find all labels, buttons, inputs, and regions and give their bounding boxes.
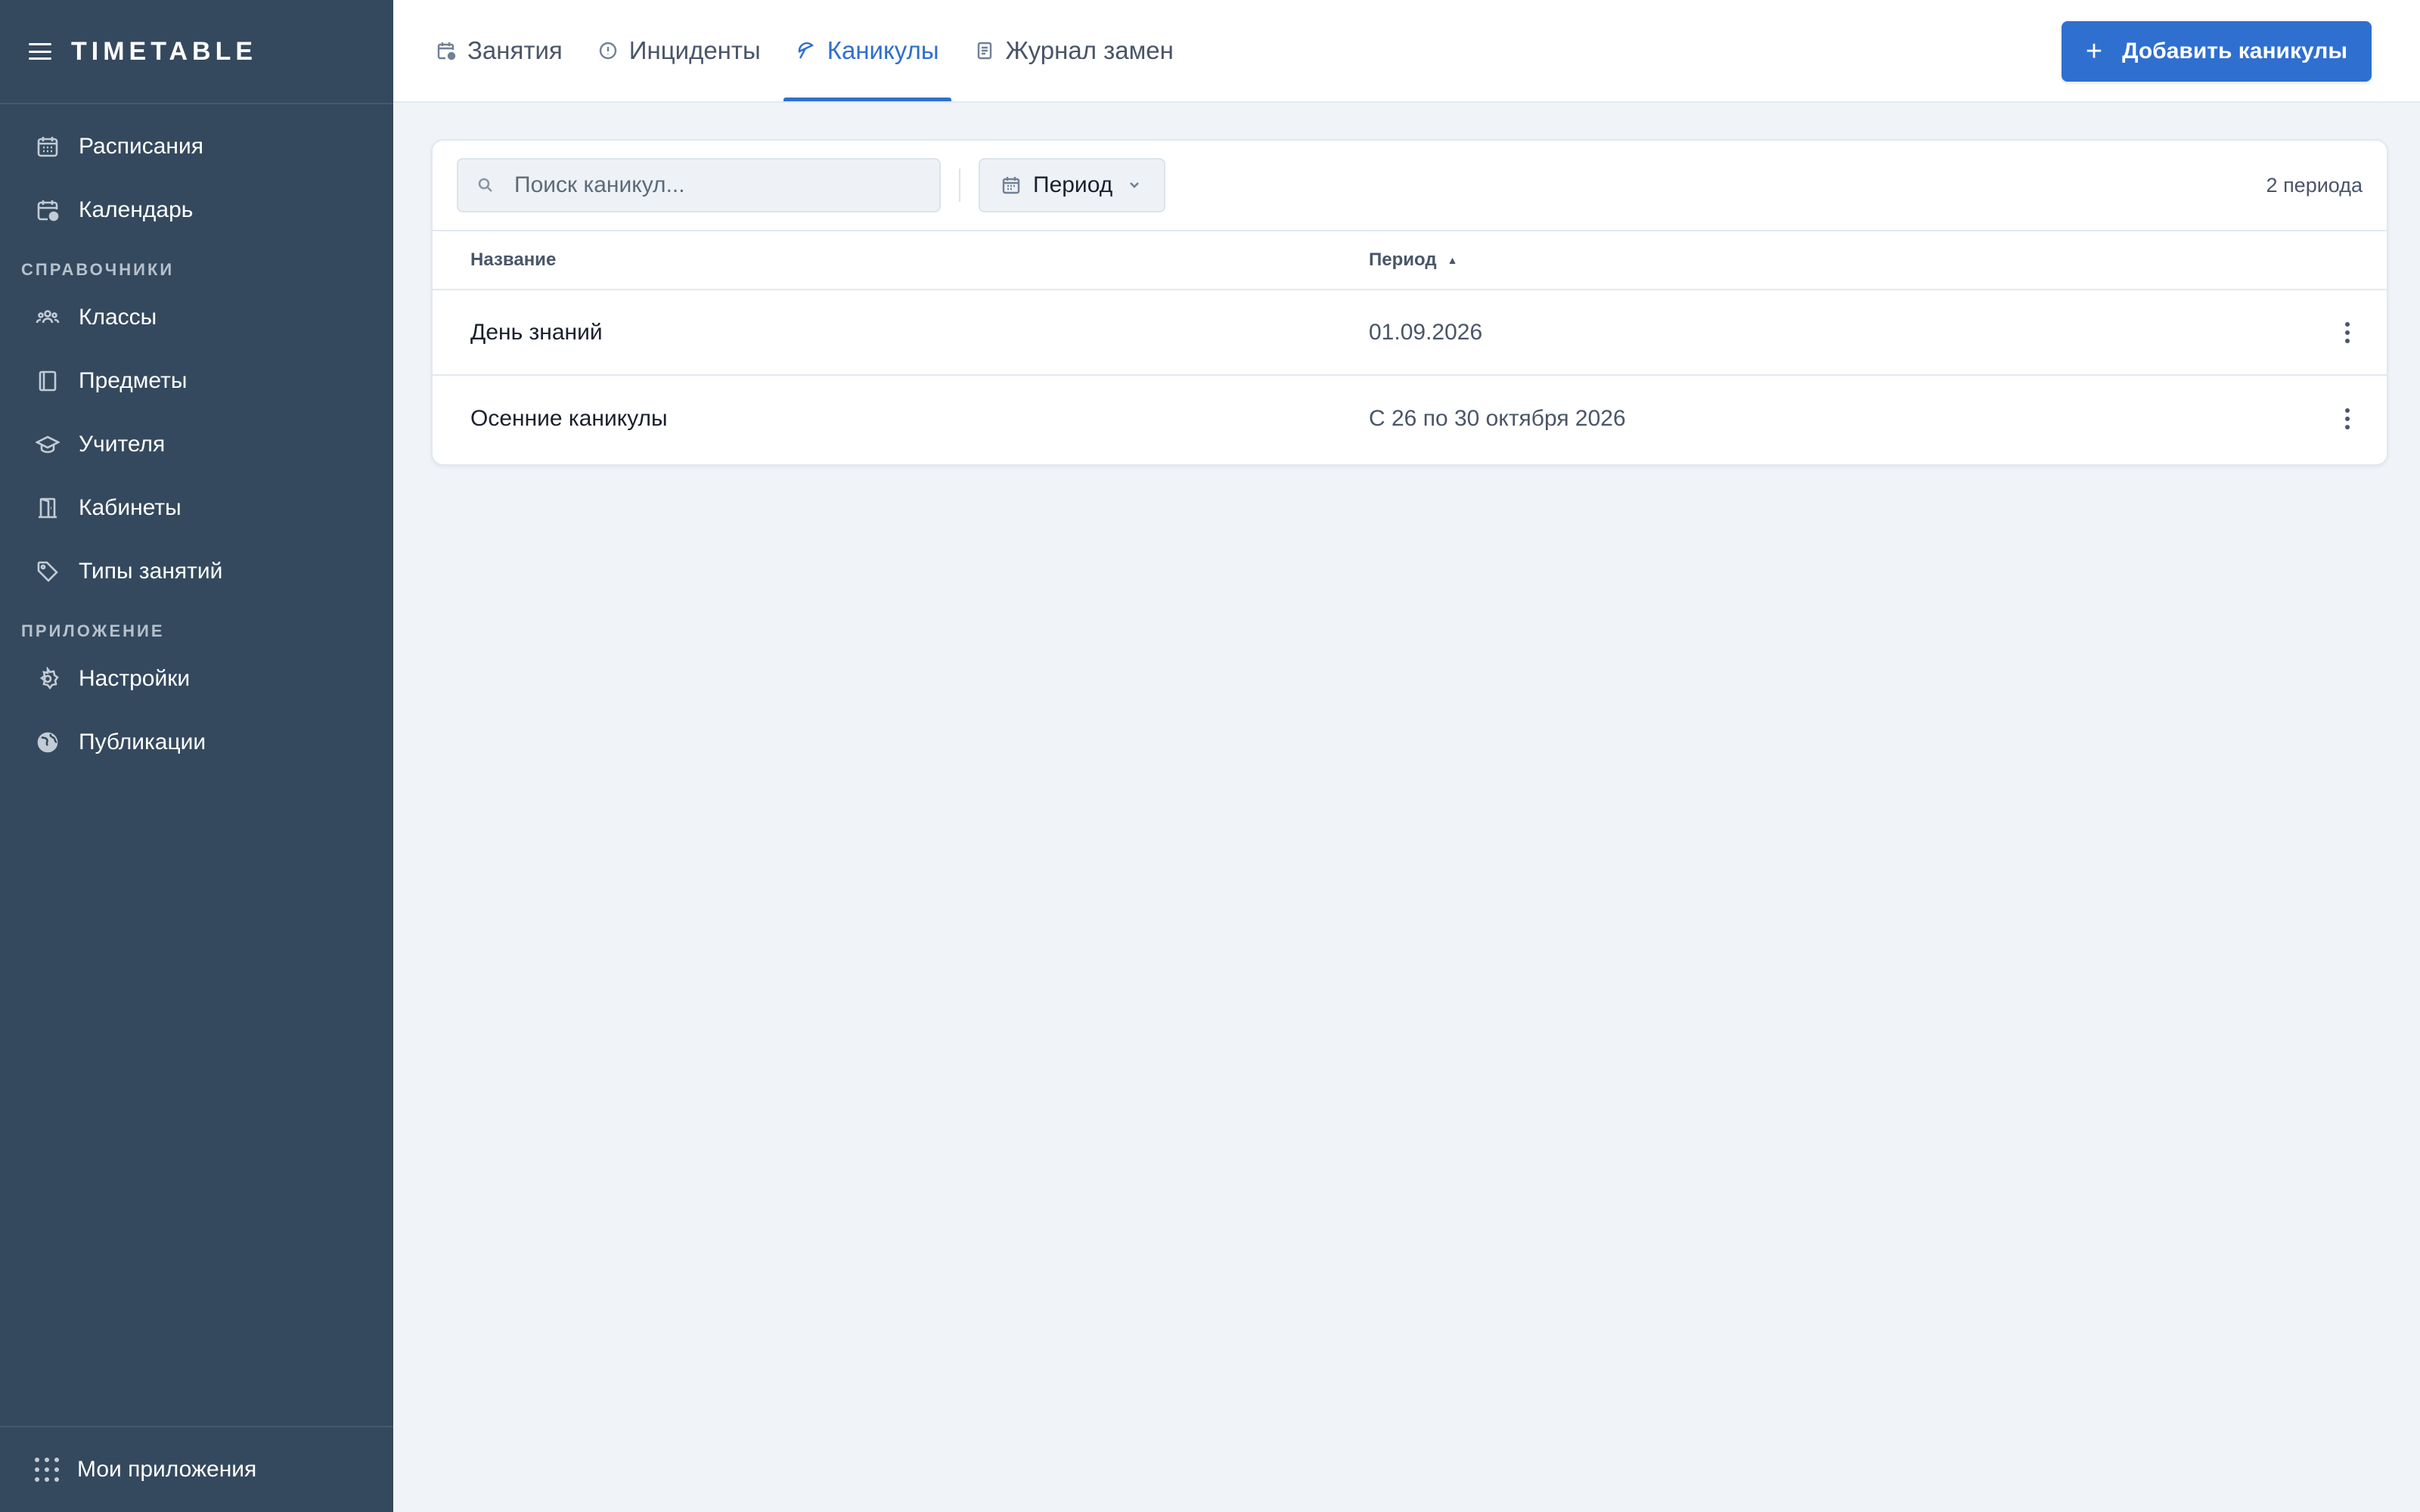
chevron-down-icon bbox=[1112, 177, 1143, 194]
column-header-period[interactable]: Период ▲ bbox=[1369, 249, 2387, 271]
sidebar-nav: Расписания Календарь СПРАВОЧНИКИ Классы … bbox=[0, 104, 393, 774]
sidebar-item-label: Типы занятий bbox=[79, 559, 223, 584]
apps-grid-icon bbox=[35, 1458, 59, 1482]
sidebar-item-label: Учителя bbox=[79, 432, 166, 457]
calendar-clock-icon bbox=[436, 40, 457, 61]
sidebar-item-settings[interactable]: Настройки bbox=[0, 647, 393, 711]
alert-circle-icon bbox=[597, 40, 619, 61]
sidebar-item-label: Публикации bbox=[79, 730, 206, 754]
calendar-clock-icon bbox=[35, 197, 60, 223]
tab-label: Журнал замен bbox=[1005, 36, 1174, 64]
sidebar-item-label: Настройки bbox=[79, 666, 191, 691]
table-toolbar: Период 2 периода bbox=[433, 141, 2387, 231]
main-content: Занятия Инциденты Каникулы Журнал замен … bbox=[393, 0, 2420, 1512]
document-icon bbox=[974, 40, 995, 61]
add-holidays-button[interactable]: + Добавить каникулы bbox=[2061, 21, 2372, 82]
toolbar-divider bbox=[959, 169, 960, 202]
search-icon bbox=[478, 178, 492, 192]
holiday-name: Осенние каникулы bbox=[470, 405, 668, 431]
search-input[interactable] bbox=[513, 172, 924, 199]
menu-icon[interactable] bbox=[29, 43, 51, 60]
sidebar-item-classes[interactable]: Классы bbox=[0, 286, 393, 349]
sidebar-header: TIMETABLE bbox=[0, 0, 393, 104]
gear-icon bbox=[35, 666, 60, 692]
table-row[interactable]: День знаний 01.09.2026 bbox=[433, 290, 2387, 376]
add-holidays-label: Добавить каникулы bbox=[2122, 39, 2347, 64]
my-apps-button[interactable]: Мои приложения bbox=[0, 1426, 393, 1512]
holiday-name: День знаний bbox=[470, 319, 603, 345]
tab-lessons[interactable]: Занятия bbox=[424, 0, 575, 101]
tab-label: Инциденты bbox=[628, 36, 761, 64]
tab-substitutions-log[interactable]: Журнал замен bbox=[962, 0, 1186, 101]
door-icon bbox=[35, 495, 60, 521]
row-actions-icon[interactable] bbox=[2325, 396, 2370, 442]
tag-icon bbox=[35, 559, 60, 584]
sidebar-item-label: Предметы bbox=[79, 368, 188, 393]
book-icon bbox=[35, 368, 60, 394]
tab-label: Занятия bbox=[467, 36, 563, 64]
sidebar-item-lesson-types[interactable]: Типы занятий bbox=[0, 540, 393, 603]
plus-icon: + bbox=[2085, 36, 2103, 67]
sort-ascending-icon[interactable]: ▲ bbox=[1447, 254, 1458, 266]
globe-icon bbox=[35, 730, 60, 755]
sidebar-item-label: Календарь bbox=[79, 197, 194, 222]
sidebar-item-label: Расписания bbox=[79, 134, 203, 159]
app-brand: TIMETABLE bbox=[71, 36, 258, 66]
sidebar-item-rooms[interactable]: Кабинеты bbox=[0, 476, 393, 540]
holidays-card: Период 2 периода Название Период ▲ День … bbox=[431, 139, 2388, 466]
calendar-grid-icon bbox=[35, 134, 60, 160]
period-filter-label: Период bbox=[1033, 172, 1113, 197]
row-actions-icon[interactable] bbox=[2325, 310, 2370, 355]
sidebar-item-schedules[interactable]: Расписания bbox=[0, 115, 393, 178]
periods-count: 2 периода bbox=[2266, 173, 2363, 197]
umbrella-icon bbox=[796, 40, 817, 61]
calendar-icon bbox=[1001, 175, 1033, 195]
holiday-period: 01.09.2026 bbox=[1369, 319, 1483, 345]
period-filter-button[interactable]: Период bbox=[979, 158, 1166, 212]
tab-incidents[interactable]: Инциденты bbox=[585, 0, 773, 101]
table-row[interactable]: Осенние каникулы С 26 по 30 октября 2026 bbox=[433, 376, 2387, 461]
table-header: Название Период ▲ bbox=[433, 231, 2387, 290]
top-bar: Занятия Инциденты Каникулы Журнал замен … bbox=[393, 0, 2420, 103]
sidebar-item-calendar[interactable]: Календарь bbox=[0, 178, 393, 242]
sidebar-item-label: Классы bbox=[79, 305, 157, 330]
sidebar-section-references: СПРАВОЧНИКИ bbox=[21, 260, 175, 279]
sidebar-item-teachers[interactable]: Учителя bbox=[0, 413, 393, 476]
column-header-name[interactable]: Название bbox=[433, 249, 1369, 271]
tab-holidays[interactable]: Каникулы bbox=[783, 0, 951, 101]
sidebar-item-publications[interactable]: Публикации bbox=[0, 711, 393, 774]
search-box bbox=[457, 158, 941, 212]
tab-label: Каникулы bbox=[827, 36, 939, 64]
graduation-cap-icon bbox=[35, 432, 60, 457]
my-apps-label: Мои приложения bbox=[77, 1457, 257, 1482]
sidebar: TIMETABLE Расписания Календарь СПРАВОЧНИ… bbox=[0, 0, 393, 1512]
column-header-period-label: Период bbox=[1369, 249, 1437, 270]
holiday-period: С 26 по 30 октября 2026 bbox=[1369, 405, 1626, 431]
users-group-icon bbox=[35, 305, 60, 330]
sidebar-section-application: ПРИЛОЖЕНИЕ bbox=[21, 621, 165, 640]
sidebar-item-label: Кабинеты bbox=[79, 495, 182, 520]
sidebar-item-subjects[interactable]: Предметы bbox=[0, 349, 393, 413]
